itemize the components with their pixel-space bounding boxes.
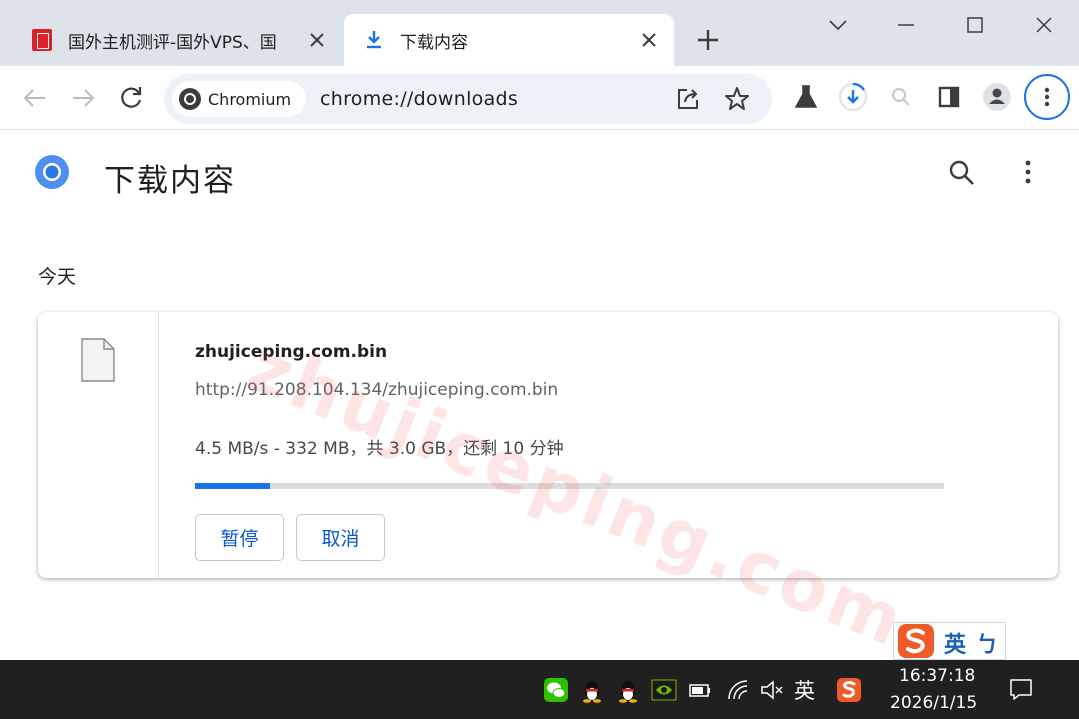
close-icon[interactable] [306, 29, 328, 51]
chrome-logo-icon [35, 155, 69, 189]
chromium-logo-icon [179, 88, 201, 110]
site-chip-label: Chromium [208, 89, 292, 109]
notification-icon[interactable] [1008, 676, 1034, 702]
nvidia-icon[interactable] [651, 677, 677, 703]
browser-menu-button[interactable] [1024, 74, 1070, 120]
wechat-icon[interactable] [543, 677, 569, 703]
clock-date[interactable]: 2026/1/15 [890, 693, 977, 713]
download-icon [367, 31, 381, 49]
more-actions-icon[interactable] [1016, 159, 1040, 185]
card-divider [158, 312, 159, 578]
site-info-chip[interactable]: Chromium [172, 81, 306, 117]
screen: 国外主机测评-国外VPS、国 下载内容 Chromium chrome://do… [0, 0, 1079, 719]
zoom-search-icon[interactable] [884, 80, 918, 114]
taskbar-ime-indicator[interactable]: 英 [794, 675, 815, 705]
tab-zhujiceping[interactable]: 国外主机测评-国外VPS、国 [16, 14, 342, 66]
downloads-progress-icon[interactable] [836, 80, 870, 114]
download-status-text: 4.5 MB/s - 332 MB，共 3.0 GB，还剩 10 分钟 [195, 439, 564, 459]
cancel-button[interactable]: 取消 [296, 514, 385, 561]
tab-title: 国外主机测评-国外VPS、国 [68, 32, 277, 53]
maximize-icon[interactable] [957, 8, 993, 42]
side-panel-icon[interactable] [932, 80, 966, 114]
address-bar[interactable]: Chromium chrome://downloads [164, 74, 772, 124]
profile-avatar-icon[interactable] [980, 80, 1014, 114]
close-window-icon[interactable] [1026, 8, 1062, 42]
taskbar: 英 16:37:18 2026/1/15 [0, 660, 1079, 719]
download-progress-fill [195, 483, 270, 489]
sogou-tray-icon[interactable] [836, 677, 862, 703]
qq-icon-2[interactable] [615, 677, 641, 703]
minimize-icon[interactable] [888, 8, 924, 42]
volume-muted-icon[interactable] [759, 677, 785, 703]
download-progress-bar [195, 483, 944, 489]
new-tab-plus-icon[interactable] [694, 26, 722, 54]
toolbar: Chromium chrome://downloads [0, 66, 1079, 130]
wifi-icon[interactable] [725, 677, 751, 703]
ime-mode-label[interactable]: 英 [944, 627, 966, 659]
forward-arrow-icon[interactable] [67, 82, 99, 114]
battery-plug-icon[interactable] [687, 677, 713, 703]
reload-icon[interactable] [115, 82, 147, 114]
tab-downloads[interactable]: 下载内容 [344, 14, 674, 66]
clock-time[interactable]: 16:37:18 [899, 666, 975, 686]
back-arrow-icon[interactable] [19, 82, 51, 114]
tab-title: 下载内容 [400, 32, 468, 53]
page-title: 下载内容 [104, 163, 236, 199]
close-icon[interactable] [638, 29, 660, 51]
pause-button[interactable]: 暂停 [195, 514, 284, 561]
search-icon[interactable] [946, 157, 978, 189]
share-icon[interactable] [674, 85, 702, 113]
qq-icon[interactable] [579, 677, 605, 703]
download-filename-link[interactable]: zhujiceping.com.bin [195, 342, 387, 362]
sogou-logo-icon [898, 624, 934, 658]
tab-strip: 国外主机测评-国外VPS、国 下载内容 [0, 0, 1079, 66]
download-item-card: zhujiceping.com.bin http://91.208.104.13… [38, 312, 1058, 578]
date-section-label: 今天 [38, 266, 77, 288]
url-text: chrome://downloads [320, 88, 519, 110]
ime-punct-label[interactable]: ㄅ [976, 627, 998, 659]
labs-flask-icon[interactable] [789, 80, 823, 114]
tab-search-chevron-icon[interactable] [820, 8, 856, 42]
more-vert-icon [1044, 87, 1050, 107]
file-icon [81, 338, 115, 382]
ime-toolbar[interactable]: 英 ㄅ [893, 622, 1006, 660]
bookmark-star-icon[interactable] [723, 85, 751, 113]
site-favicon-icon [32, 29, 52, 51]
download-source-url[interactable]: http://91.208.104.134/zhujiceping.com.bi… [195, 380, 558, 400]
